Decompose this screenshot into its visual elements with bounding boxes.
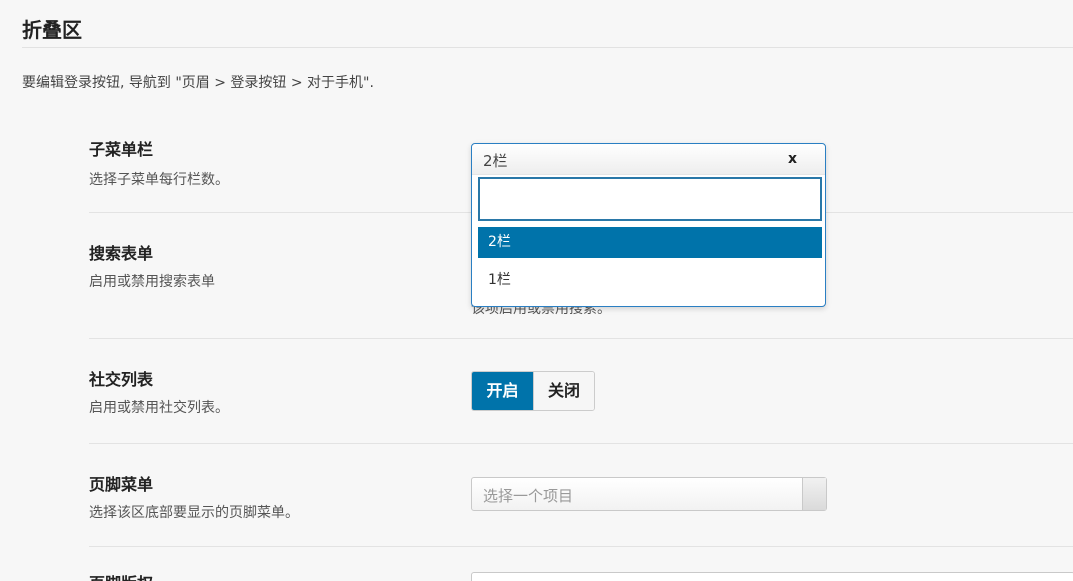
footer-menu-label: 页脚菜单 — [89, 475, 154, 494]
search-form-label: 搜索表单 — [89, 244, 154, 263]
row-divider — [89, 546, 1073, 547]
select-option-2col[interactable]: 2栏 — [478, 227, 822, 258]
section-description: 要编辑登录按钮, 导航到 "页眉 > 登录按钮 > 对于手机". — [22, 75, 374, 91]
social-list-help: 启用或禁用社交列表。 — [89, 400, 229, 416]
dropdown-arrow-icon[interactable] — [802, 478, 826, 510]
section-title: 折叠区 — [22, 18, 82, 42]
submenu-columns-label: 子菜单栏 — [89, 140, 154, 159]
social-list-toggle: 开启 关闭 — [471, 371, 595, 411]
current-value-text: 2栏 — [483, 152, 508, 170]
footer-menu-help: 选择该区底部要显示的页脚菜单。 — [89, 505, 299, 521]
title-divider — [22, 47, 1073, 48]
submenu-columns-help: 选择子菜单每行栏数。 — [89, 172, 229, 188]
row-divider — [89, 443, 1073, 444]
clear-icon[interactable]: x — [788, 151, 797, 167]
select-search-input[interactable] — [478, 177, 822, 221]
footer-menu-select[interactable]: 选择一个项目 — [471, 477, 827, 511]
search-form-help: 启用或禁用搜索表单 — [89, 274, 215, 290]
select-current-value[interactable]: 2栏 x — [472, 144, 825, 175]
select-option-1col[interactable]: 1栏 — [478, 265, 822, 296]
footer-copyright-field[interactable] — [471, 572, 1073, 581]
submenu-columns-select[interactable]: 2栏 x 2栏 1栏 — [471, 143, 826, 307]
toggle-on-button[interactable]: 开启 — [472, 372, 533, 410]
toggle-off-button[interactable]: 关闭 — [533, 372, 594, 410]
social-list-label: 社交列表 — [89, 370, 154, 389]
row-divider — [89, 338, 1073, 339]
select-placeholder: 选择一个项目 — [483, 487, 574, 505]
footer-copyright-label: 页脚版权 — [89, 570, 153, 581]
settings-page: 折叠区 要编辑登录按钮, 导航到 "页眉 > 登录按钮 > 对于手机". 子菜单… — [0, 0, 1073, 581]
